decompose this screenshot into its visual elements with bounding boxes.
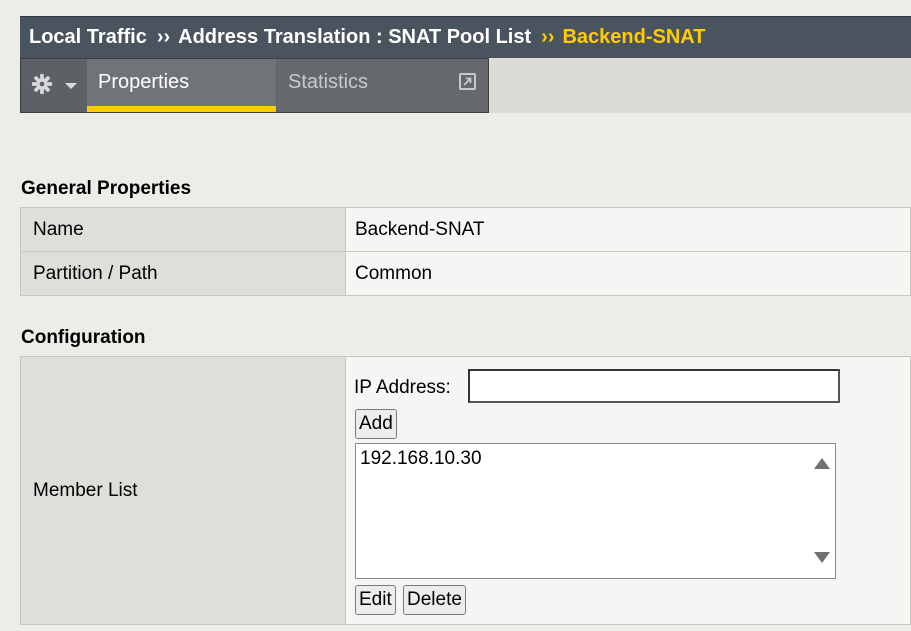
general-properties-table: Name Backend-SNAT Partition / Path Commo…: [20, 207, 911, 296]
scroll-down-icon[interactable]: [814, 552, 830, 563]
table-row: Partition / Path Common: [20, 251, 911, 296]
ip-address-input[interactable]: [468, 369, 840, 403]
table-row: Name Backend-SNAT: [20, 207, 911, 252]
breadcrumb-separator: ››: [156, 26, 171, 48]
breadcrumb-local-traffic[interactable]: Local Traffic: [29, 26, 147, 48]
gear-menu-button[interactable]: [21, 59, 88, 112]
scrollbar[interactable]: [809, 444, 835, 578]
name-value: Backend-SNAT: [345, 207, 911, 252]
add-button[interactable]: Add: [355, 409, 397, 439]
edit-button[interactable]: Edit: [355, 585, 396, 615]
list-item[interactable]: 192.168.10.30: [360, 448, 482, 470]
general-properties-title: General Properties: [21, 178, 192, 199]
name-label: Name: [20, 207, 346, 252]
member-list-label: Member List: [20, 356, 346, 625]
tab-statistics-label: Statistics: [288, 71, 369, 93]
scroll-up-icon[interactable]: [814, 458, 830, 469]
tab-group: Properties Statistics: [20, 58, 489, 113]
member-listbox[interactable]: 192.168.10.30: [355, 443, 836, 579]
chevron-down-icon: [65, 83, 77, 89]
breadcrumb: Local Traffic ›› Address Translation : SNA…: [29, 25, 705, 49]
delete-button[interactable]: Delete: [403, 585, 466, 615]
partition-label: Partition / Path: [20, 251, 346, 296]
tab-bar: Properties Statistics: [20, 58, 911, 113]
breadcrumb-snat-pool-list[interactable]: Address Translation : SNAT Pool List: [178, 26, 531, 48]
tab-statistics[interactable]: Statistics: [277, 59, 488, 112]
configuration-title: Configuration: [21, 327, 146, 348]
ip-address-label: IP Address:: [354, 377, 451, 398]
breadcrumb-bar: Local Traffic ›› Address Translation : SNA…: [20, 16, 911, 58]
tab-properties[interactable]: Properties: [87, 59, 276, 112]
popout-icon[interactable]: [459, 73, 476, 90]
tab-properties-label: Properties: [98, 71, 190, 93]
breadcrumb-current: Backend-SNAT: [562, 26, 706, 48]
breadcrumb-separator: ››: [541, 26, 555, 48]
partition-value: Common: [345, 251, 911, 296]
gear-icon: [31, 73, 53, 95]
